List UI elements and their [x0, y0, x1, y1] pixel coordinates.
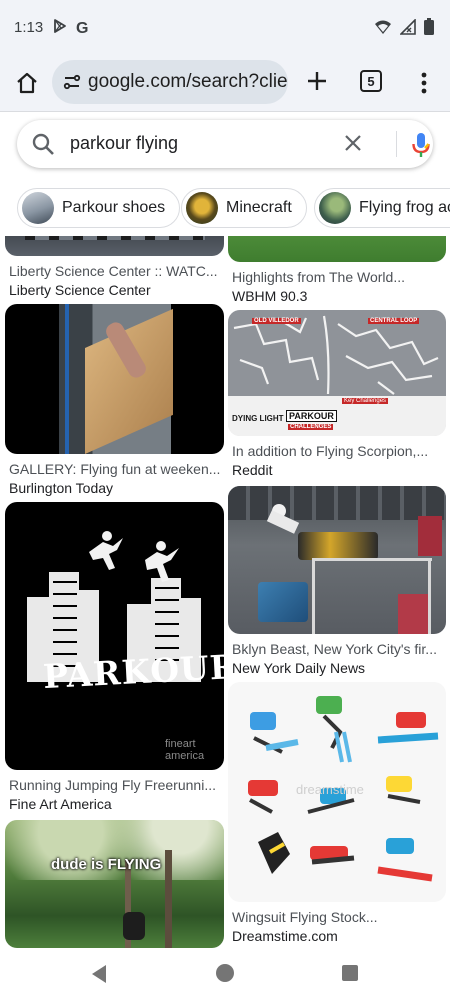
parkour-badge-sub: CHALLENGES	[288, 424, 334, 430]
result-image[interactable]	[5, 236, 224, 256]
result-card[interactable]: GALLERY: Flying fun at weeken... Burling…	[5, 304, 224, 496]
result-card[interactable]: OLD VILLEDOR CENTRAL LOOP DYING LIGHT 2 …	[228, 310, 446, 478]
result-card[interactable]: Highlights from The World... WBHM 90.3	[228, 236, 446, 304]
result-source: Liberty Science Center	[9, 282, 151, 298]
image-results: Liberty Science Center :: WATC... Libert…	[0, 236, 450, 948]
more-menu-button[interactable]	[412, 68, 436, 98]
map-label-left: OLD VILLEDOR	[252, 318, 301, 324]
microphone-icon[interactable]	[411, 131, 431, 164]
new-tab-button[interactable]	[302, 66, 332, 96]
result-source: Reddit	[232, 462, 273, 478]
result-card[interactable]: Liberty Science Center :: WATC... Libert…	[5, 236, 224, 298]
result-source: WBHM 90.3	[232, 288, 308, 304]
home-nav-icon[interactable]	[216, 964, 234, 982]
result-card[interactable]: dude is FLYING	[5, 820, 224, 948]
clear-icon[interactable]	[342, 132, 364, 159]
chip-thumbnail	[186, 192, 218, 224]
result-card[interactable]: Bklyn Beast, New York City's fir... New …	[228, 486, 446, 676]
video-caption: dude is FLYING	[51, 856, 162, 873]
search-box[interactable]: parkour flying	[17, 120, 433, 168]
url-text: google.com/search?client=ms-android-goog…	[88, 71, 288, 92]
result-title[interactable]: Liberty Science Center :: WATC...	[9, 263, 224, 279]
parkour-artwork	[27, 531, 201, 682]
android-nav-bar	[0, 948, 450, 1000]
status-time: 1:13	[14, 19, 44, 36]
signal-icon	[399, 17, 416, 40]
result-image[interactable]: PARKOUR fineart america	[5, 502, 224, 770]
plus-icon	[308, 72, 326, 90]
watermark: dreamstime	[296, 782, 364, 797]
play-store-icon	[52, 18, 68, 39]
chip-label: Parkour shoes	[62, 199, 166, 216]
status-right-icons	[374, 17, 434, 40]
search-divider	[396, 131, 397, 157]
result-title[interactable]: GALLERY: Flying fun at weeken...	[9, 461, 224, 477]
tab-switcher-button[interactable]: 5	[360, 70, 382, 92]
result-image[interactable]: OLD VILLEDOR CENTRAL LOOP DYING LIGHT 2 …	[228, 310, 446, 436]
home-icon	[17, 72, 37, 94]
chip-parkour-shoes[interactable]: Parkour shoes	[17, 188, 181, 228]
result-title[interactable]: Bklyn Beast, New York City's fir...	[232, 641, 446, 657]
result-image[interactable]: dreamstime	[228, 682, 446, 902]
back-icon[interactable]	[90, 964, 108, 989]
result-title[interactable]: Running Jumping Fly Freerunni...	[9, 777, 224, 793]
result-title[interactable]: Highlights from The World...	[232, 269, 446, 285]
result-card[interactable]: PARKOUR fineart america Running Jumping …	[5, 502, 224, 812]
search-icon	[31, 132, 55, 161]
result-title[interactable]: Wingsuit Flying Stock...	[232, 909, 446, 925]
status-left-icons: G	[52, 18, 88, 39]
result-image[interactable]: dude is FLYING	[5, 820, 224, 948]
recents-icon[interactable]	[342, 965, 358, 981]
related-chips: Parkour shoes Minecraft Flying frog acro…	[0, 188, 450, 230]
chip-minecraft[interactable]: Minecraft	[181, 188, 307, 228]
browser-toolbar: google.com/search?client=ms-android-goog…	[0, 56, 450, 112]
chip-label: Flying frog acrobatics	[359, 199, 450, 216]
map-label-right: CENTRAL LOOP	[368, 318, 420, 324]
battery-icon	[424, 18, 434, 40]
google-icon: G	[76, 19, 89, 37]
result-source: Dreamstime.com	[232, 928, 338, 944]
watermark: fineart america	[165, 738, 205, 762]
status-bar: 1:13 G	[0, 0, 450, 56]
chip-flying-frog[interactable]: Flying frog acrobatics	[314, 188, 450, 228]
chip-thumbnail	[319, 192, 351, 224]
result-source: New York Daily News	[232, 660, 366, 676]
chip-label: Minecraft	[226, 199, 292, 216]
more-vert-icon	[421, 72, 427, 94]
home-button[interactable]	[12, 68, 42, 98]
challenges-badge: Key Challenges	[342, 398, 389, 404]
game-logo: DYING LIGHT 2	[232, 414, 291, 423]
wifi-icon	[374, 19, 392, 40]
result-title[interactable]: In addition to Flying Scorpion,...	[232, 443, 446, 459]
result-image[interactable]	[5, 304, 224, 454]
result-source: Fine Art America	[9, 796, 112, 812]
result-source: Burlington Today	[9, 480, 114, 496]
address-bar[interactable]: google.com/search?client=ms-android-goog…	[52, 60, 288, 104]
parkour-badge: PARKOUR	[286, 410, 337, 422]
chip-thumbnail	[22, 192, 54, 224]
result-image[interactable]	[228, 236, 446, 262]
result-card[interactable]: dreamstime Wingsuit Flying Stock... Drea…	[228, 682, 446, 944]
search-query[interactable]: parkour flying	[70, 133, 178, 154]
result-image[interactable]	[228, 486, 446, 634]
site-settings-icon[interactable]	[62, 72, 82, 97]
